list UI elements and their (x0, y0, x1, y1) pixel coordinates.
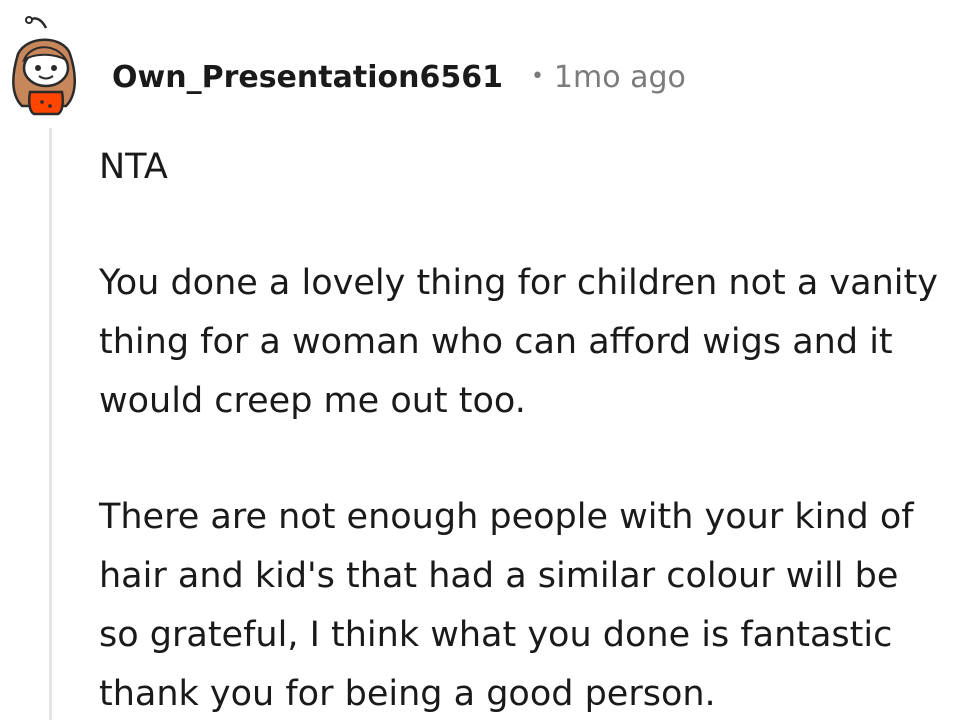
comment: Own_Presentation6561 • 1mo ago NTA You d… (0, 0, 955, 720)
timestamp-link[interactable]: 1mo ago (554, 60, 686, 95)
thread-collapse-line[interactable] (49, 128, 52, 720)
comment-body: NTA You done a lovely thing for children… (99, 138, 939, 724)
comment-paragraph: NTA (99, 147, 168, 187)
meta-separator: • (530, 63, 544, 89)
comment-paragraph: There are not enough people with your ki… (99, 497, 914, 714)
snoo-avatar-icon (12, 16, 76, 116)
comment-paragraph: You done a lovely thing for children not… (99, 263, 938, 421)
username-link[interactable]: Own_Presentation6561 (112, 60, 503, 95)
user-avatar[interactable] (6, 14, 84, 124)
comment-header: Own_Presentation6561 • 1mo ago (112, 55, 686, 99)
